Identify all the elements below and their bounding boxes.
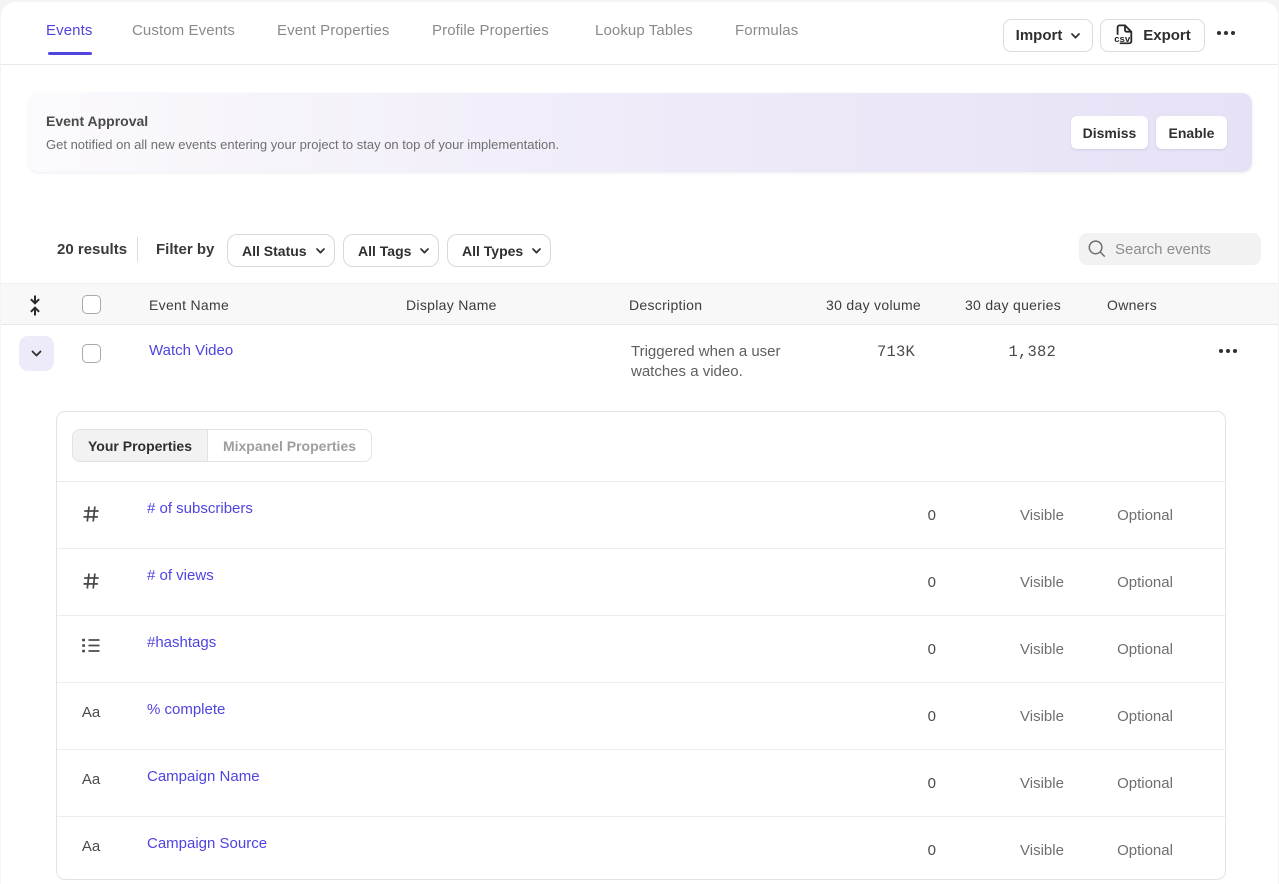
svg-text:csv: csv xyxy=(1114,33,1131,44)
